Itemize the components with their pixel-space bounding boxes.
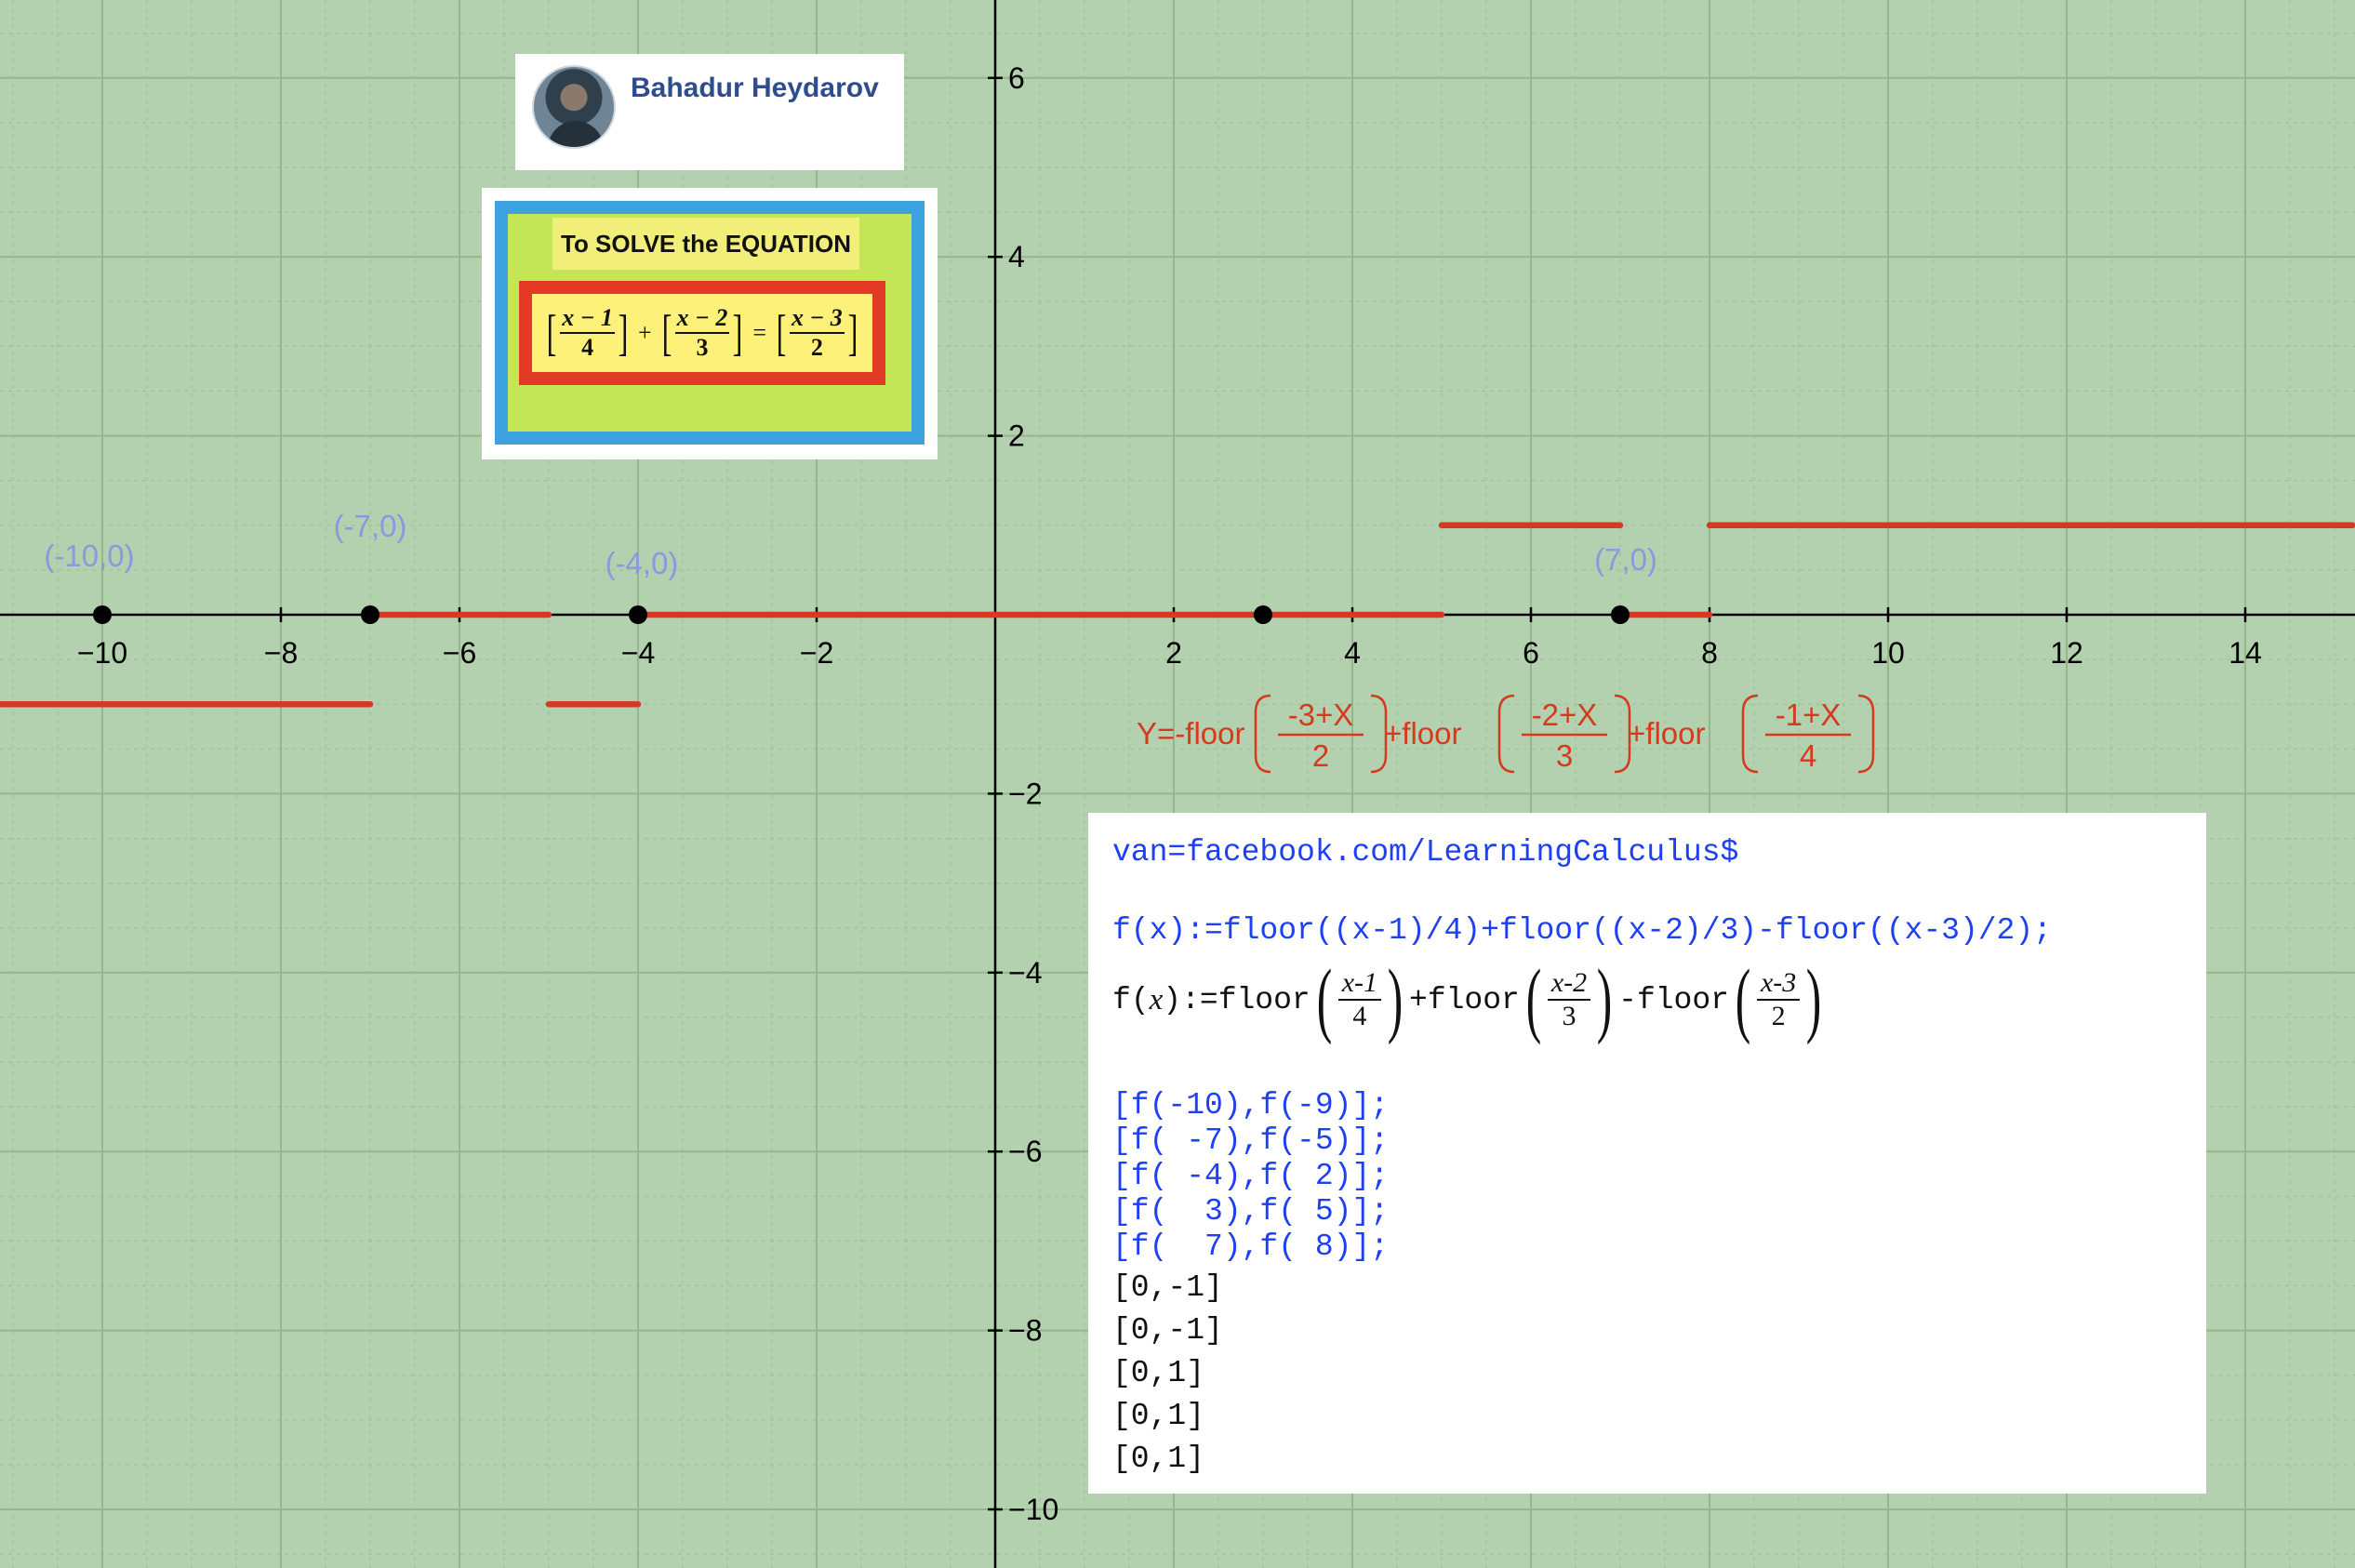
x-tick-label: −8	[264, 636, 298, 670]
plot-points: (-10,0) (-7,0) (-4,0) (7,0)	[44, 509, 1657, 624]
y-tick-label: 6	[1008, 61, 1025, 95]
label-paren	[1254, 694, 1271, 774]
maxima-input-line[interactable]: [f( 3),f( 5)];	[1112, 1194, 1389, 1229]
function-label-numerator: -3+X	[1288, 698, 1354, 732]
x-tick-label: −4	[621, 636, 655, 670]
display-x: x	[1149, 982, 1164, 1017]
display-minus: -	[1618, 982, 1637, 1017]
display-frac-1-num: x-1	[1337, 967, 1382, 1001]
maxima-input-line[interactable]: [f( 7),f( 8)];	[1112, 1229, 1389, 1264]
maxima-output-line: [0,-1]	[1112, 1313, 1223, 1348]
point-label: (7,0)	[1594, 542, 1657, 577]
maxima-output-line: [0,1]	[1112, 1356, 1205, 1390]
display-floor-1: floor	[1217, 982, 1311, 1017]
function-label-denominator: 4	[1800, 738, 1816, 773]
maxima-input-line[interactable]: [f(-10),f(-9)];	[1112, 1088, 1389, 1123]
x-tick-label: −6	[443, 636, 476, 670]
maxima-output-definition: f(x):= floor(x-1 4) + floor(x-2 3) - floor(x-3 2…	[1112, 953, 1822, 1045]
x-tick-label: 2	[1165, 636, 1182, 670]
y-tick-label: −8	[1008, 1314, 1042, 1348]
maxima-input-line[interactable]: [f( -4),f( 2)];	[1112, 1159, 1389, 1193]
display-floor-3: floor	[1636, 982, 1729, 1017]
function-label-joiner: +floor	[1384, 716, 1461, 751]
x-tick-label: 12	[2050, 636, 2083, 670]
y-tick-label: 4	[1008, 240, 1025, 273]
maxima-input-definition[interactable]: f(x):=floor((x-1)/4)+floor((x-2)/3)-floo…	[1112, 913, 2052, 948]
display-assign: :=	[1181, 982, 1218, 1017]
equation-term-3-denominator: 2	[810, 334, 823, 361]
maxima-output-line: [0,-1]	[1112, 1270, 1223, 1305]
y-tick-label: −6	[1008, 1135, 1042, 1168]
maxima-input-url[interactable]: van=facebook.com/LearningCalculus$	[1112, 835, 1738, 870]
equation-term-1-denominator: 4	[581, 334, 594, 361]
x-tick-label: −10	[77, 636, 127, 670]
point-label: (-10,0)	[44, 538, 134, 573]
function-label-prefix: Y=-floor	[1137, 716, 1244, 751]
equation-term-2-denominator: 3	[696, 334, 709, 361]
y-tick-label: −10	[1008, 1493, 1058, 1526]
point-label: (-4,0)	[605, 546, 679, 580]
equation-term-1-numerator: x − 1	[560, 304, 615, 334]
maxima-output-line: [0,1]	[1112, 1442, 1205, 1476]
plot-point	[1611, 605, 1630, 624]
equation-card: To SOLVE the EQUATION [ x − 14 ] + [ x −…	[482, 188, 938, 459]
display-f: f	[1112, 982, 1131, 1017]
equation-equals: =	[752, 319, 767, 346]
equation-term-1: [ x − 14 ]	[546, 304, 629, 361]
x-tick-label: 10	[1871, 636, 1905, 670]
maxima-input-line[interactable]: [f( -7),f(-5)];	[1112, 1123, 1389, 1158]
display-plus: +	[1409, 982, 1428, 1017]
display-frac-2-num: x-2	[1547, 967, 1591, 1001]
y-tick-label: −2	[1008, 777, 1042, 810]
equation-formula: [ x − 14 ] + [ x − 23 ] = [ x − 32 ]	[532, 294, 872, 372]
author-name: Bahadur Heydarov	[631, 73, 879, 103]
equation-term-3: [ x − 32 ]	[776, 304, 858, 361]
x-tick-label: 14	[2229, 636, 2262, 670]
display-frac-3-den: 2	[1771, 1001, 1786, 1031]
equation-term-3-numerator: x − 3	[790, 304, 845, 334]
label-paren	[1741, 694, 1759, 774]
function-label-denominator: 2	[1312, 738, 1329, 773]
display-frac-2-den: 3	[1562, 1001, 1577, 1031]
plot-point	[361, 605, 379, 624]
avatar	[532, 65, 616, 149]
equation-title: To SOLVE the EQUATION	[552, 218, 859, 270]
x-tick-label: −2	[800, 636, 833, 670]
equation-term-2-numerator: x − 2	[674, 304, 730, 334]
y-tick-label: −4	[1008, 956, 1042, 990]
maxima-panel: van=facebook.com/LearningCalculus$ f(x):…	[1088, 813, 2206, 1494]
x-tick-label: 4	[1344, 636, 1361, 670]
label-paren	[1857, 694, 1875, 774]
label-paren	[1497, 694, 1515, 774]
function-label-denominator: 3	[1556, 738, 1573, 773]
x-tick-label: 8	[1701, 636, 1718, 670]
point-label: (-7,0)	[334, 509, 407, 543]
maxima-output-line: [0,1]	[1112, 1399, 1205, 1433]
plot-point	[1254, 605, 1272, 624]
equation-plus: +	[637, 319, 652, 346]
x-tick-label: 6	[1523, 636, 1539, 670]
display-frac-1-den: 4	[1352, 1001, 1367, 1031]
function-label-joiner: +floor	[1628, 716, 1705, 751]
display-floor-2: floor	[1427, 982, 1520, 1017]
function-label-numerator: -1+X	[1776, 698, 1842, 732]
function-label: Y=-floor -3+X 2 +floor -2+X 3 +floor -1+X 4	[1137, 694, 1875, 774]
function-label-numerator: -2+X	[1532, 698, 1598, 732]
plot-point	[93, 605, 112, 624]
y-tick-label: 2	[1008, 419, 1025, 453]
plot-point	[629, 605, 647, 624]
display-frac-3-num: x-3	[1756, 967, 1801, 1001]
equation-term-2: [ x − 23 ]	[661, 304, 743, 361]
author-card: Bahadur Heydarov	[515, 54, 904, 170]
